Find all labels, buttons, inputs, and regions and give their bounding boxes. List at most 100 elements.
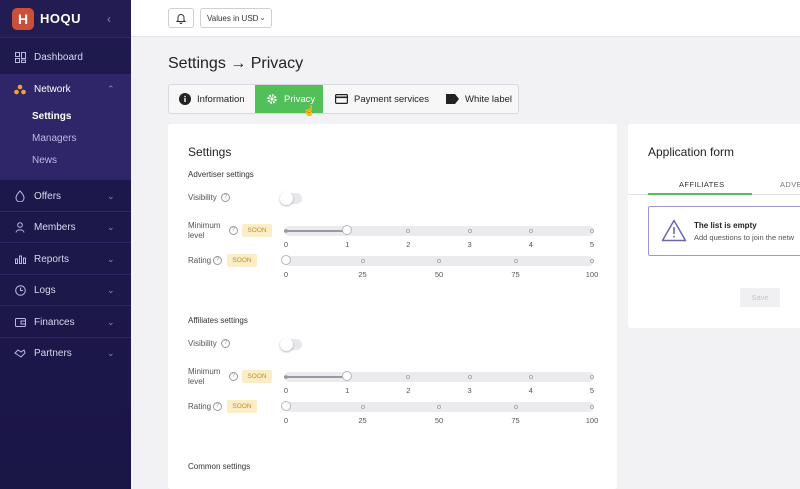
slider-fill [284, 376, 348, 378]
advertiser-visibility-toggle[interactable] [280, 192, 302, 205]
affiliates-settings-title: Affiliates settings [188, 316, 248, 325]
toggle-knob [280, 192, 293, 205]
chevron-down-icon: ⌄ [107, 254, 115, 264]
slider-tick [590, 375, 594, 379]
slider-tick-label: 5 [589, 240, 595, 249]
slider-tick [467, 375, 472, 379]
slider-tick-label: 3 [467, 240, 472, 249]
notifications-button[interactable] [168, 8, 194, 28]
chevron-down-icon: ⌄ [107, 191, 115, 201]
sidebar-item-members[interactable]: Members ⌄ [0, 212, 131, 242]
slider-tick [590, 259, 594, 263]
slider-tick [528, 375, 533, 379]
slider-handle[interactable] [342, 225, 353, 235]
slider-tick [590, 405, 594, 409]
tab-label: White label [465, 93, 512, 105]
slider-tick-label: 0 [283, 416, 289, 425]
slider-handle[interactable] [342, 371, 353, 381]
advertiser-rating-slider[interactable] [281, 255, 594, 266]
tab-advertisers[interactable]: ADVE [780, 180, 800, 189]
sidebar-item-label: Partners [34, 347, 72, 359]
chevron-down-icon: ⌄ [107, 348, 115, 358]
slider-tick-label: 1 [345, 386, 350, 395]
label-tag-icon [446, 94, 459, 104]
empty-state-title: The list is empty [694, 221, 757, 230]
help-icon[interactable]: ? [221, 339, 230, 348]
advertiser-visibility-label: Visibility [188, 193, 217, 202]
tab-affiliates[interactable]: AFFILIATES [679, 180, 725, 189]
help-icon[interactable]: ? [229, 226, 238, 235]
sidebar-item-finances[interactable]: Finances ⌄ [0, 307, 131, 337]
sidebar-item-logs[interactable]: Logs ⌄ [0, 275, 131, 305]
help-icon[interactable]: ? [213, 256, 222, 265]
sidebar-item-label: Offers [34, 190, 62, 202]
slider-tick-label: 75 [511, 270, 520, 279]
settings-title: Settings [188, 145, 232, 159]
gear-icon [266, 93, 278, 105]
slider-tick-label: 0 [283, 270, 289, 279]
chevron-down-icon: ⌄ [107, 285, 115, 295]
offers-icon [14, 190, 26, 202]
bell-icon [176, 13, 186, 24]
common-settings-title: Common settings [188, 462, 251, 471]
slider-tick-label: 75 [511, 416, 520, 425]
divider [0, 37, 131, 38]
help-icon[interactable]: ? [221, 193, 230, 202]
empty-state-subtitle: Add questions to join the netw [694, 233, 795, 242]
affiliates-min-level-label: Minimum level [188, 367, 221, 386]
currency-select[interactable]: Values in USD ⌄ [200, 8, 272, 28]
sidebar-item-label: Finances [34, 316, 75, 328]
sidebar-subitem-managers[interactable]: Managers [32, 133, 76, 144]
slider-tick-label: 5 [589, 386, 595, 395]
slider-tick-label: 100 [585, 270, 599, 279]
sidebar-item-dashboard[interactable]: Dashboard [0, 42, 131, 72]
slider-tick [406, 375, 411, 379]
chevron-down-icon: ⌄ [107, 317, 115, 327]
slider-tick-label: 3 [467, 386, 472, 395]
soon-badge: SOON [227, 254, 257, 267]
info-icon [179, 93, 191, 105]
brand[interactable]: H HOQU [0, 0, 131, 37]
slider-tick-label: 25 [358, 416, 367, 425]
slider-tick-label: 0 [283, 386, 289, 395]
sidebar-subitem-settings[interactable]: Settings [32, 111, 71, 122]
collapse-sidebar-icon[interactable]: ‹ [107, 12, 111, 26]
chevron-down-icon: ⌄ [107, 222, 115, 232]
sidebar-item-partners[interactable]: Partners ⌄ [0, 338, 131, 368]
active-tab-indicator [648, 193, 752, 195]
sidebar-item-label: Network [34, 83, 71, 95]
help-icon[interactable]: ? [213, 402, 222, 411]
sidebar-subitem-news[interactable]: News [32, 155, 57, 166]
affiliates-visibility-label: Visibility [188, 339, 217, 348]
affiliates-rating-slider[interactable] [281, 401, 594, 412]
members-icon [14, 221, 26, 233]
slider-tick [406, 229, 411, 233]
tab-label: Payment services [354, 93, 429, 105]
topbar: Values in USD ⌄ [131, 0, 800, 37]
tab-information[interactable]: Information [179, 85, 259, 113]
credit-card-icon [335, 94, 348, 104]
sidebar-item-label: Dashboard [34, 51, 83, 63]
sidebar-item-network[interactable]: Network ⌃ [0, 74, 131, 104]
advertiser-min-level-slider[interactable] [284, 225, 594, 236]
sidebar-item-offers[interactable]: Offers ⌄ [0, 181, 131, 211]
slider-handle[interactable] [281, 401, 291, 411]
slider-handle[interactable] [281, 255, 291, 265]
save-button[interactable]: Save [740, 288, 780, 307]
slider-fill [284, 230, 348, 232]
chevron-up-icon: ⌃ [107, 84, 115, 94]
slider-tick-label: 0 [283, 240, 289, 249]
sidebar-item-label: Members [34, 221, 76, 233]
tab-white-label[interactable]: White label [446, 85, 518, 113]
currency-value: Values in USD [207, 13, 259, 23]
affiliates-visibility-toggle[interactable] [280, 338, 302, 351]
application-form-card: Application form AFFILIATES ADVE The lis… [628, 124, 800, 328]
divider [0, 242, 131, 243]
slider-tick-label: 25 [358, 270, 367, 279]
sidebar-item-reports[interactable]: Reports ⌄ [0, 244, 131, 274]
affiliates-min-level-slider[interactable] [284, 371, 594, 382]
slider-tick-label: 50 [434, 270, 444, 279]
soon-badge: SOON [242, 224, 272, 237]
tab-payment-services[interactable]: Payment services [335, 85, 435, 113]
help-icon[interactable]: ? [229, 372, 238, 381]
